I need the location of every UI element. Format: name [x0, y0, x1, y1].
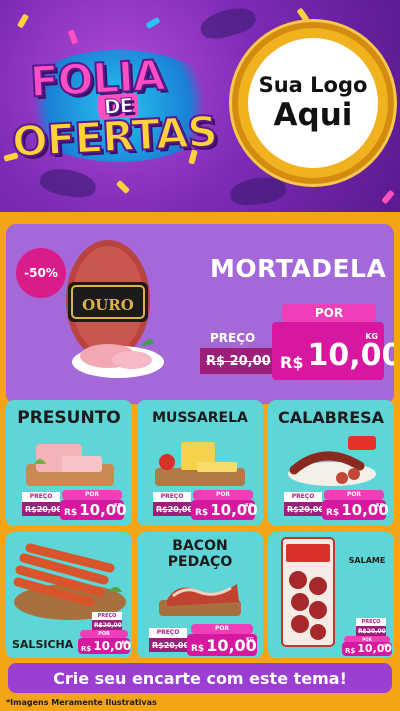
old-price: R$20,00: [149, 638, 190, 652]
cta-banner[interactable]: Crie seu encarte com este tema!: [8, 663, 392, 693]
confetti-icon: [145, 16, 161, 30]
por-label: POR: [282, 304, 376, 322]
preco-label: PREÇO: [356, 618, 386, 626]
unit-label: KG: [376, 503, 384, 509]
unit-label: UN: [383, 643, 390, 648]
new-price: R$ 10,00 KG: [322, 500, 389, 520]
product-name-line-2: PEDAÇO: [167, 554, 233, 570]
currency-symbol: R$: [64, 508, 78, 518]
offer-tile-salame[interactable]: SALAME PREÇO R$20,00 POR R$ 10,00 UN: [268, 532, 394, 658]
new-price: R$ 10,00 KG: [78, 638, 131, 654]
offers-area: -50% OURO MORTADELA POR PREÇO R$ 20,00 R…: [0, 212, 400, 711]
presunto-image: [26, 444, 114, 486]
old-price: R$20,00: [153, 502, 194, 516]
new-price-value: 10,00: [307, 338, 394, 373]
new-price: R$ 10,00 KG: [272, 322, 394, 380]
por-label: POR: [191, 624, 253, 634]
unit-label: KG: [246, 637, 254, 643]
salsicha-image: [13, 543, 126, 620]
currency-symbol: R$: [191, 644, 205, 654]
product-name: SALSICHA: [12, 638, 74, 651]
logo-line-3: OFERTAS: [10, 106, 219, 168]
preco-label: PREÇO: [22, 492, 60, 502]
brand-line-2: Aqui: [273, 97, 353, 133]
offer-tile-salsicha[interactable]: SALSICHA PREÇO R$20,00 POR R$ 10,00 KG: [6, 532, 132, 658]
por-label: POR: [62, 490, 122, 500]
carnival-mask-icon: [228, 174, 288, 208]
unit-label: KG: [245, 503, 253, 509]
preco-label: PREÇO: [284, 492, 322, 502]
offer-tile-bacon[interactable]: BACON PEDAÇO PREÇO R$20,00 POR R$ 10,00 …: [137, 532, 263, 658]
currency-symbol: R$: [326, 508, 340, 518]
confetti-icon: [115, 179, 131, 195]
confetti-icon: [381, 189, 395, 205]
old-price-value: R$20,00: [94, 621, 122, 629]
calabresa-image: [288, 436, 376, 486]
new-price: R$ 10,00 KG: [60, 500, 127, 520]
preco-label: PREÇO: [210, 331, 256, 345]
old-price: R$20,00: [284, 502, 325, 516]
old-price-value: R$20,00: [358, 627, 386, 635]
new-price: R$ 10,00 KG: [187, 634, 257, 656]
product-name: CALABRESA: [277, 408, 385, 427]
mortadela-image: OURO: [66, 240, 164, 378]
old-price: R$20,00: [356, 626, 386, 636]
unit-label: KG: [121, 640, 128, 645]
currency-symbol: R$: [345, 647, 356, 655]
brand-line-1: Sua Logo: [258, 73, 368, 97]
currency-symbol: R$: [280, 353, 304, 372]
preco-label: PREÇO: [92, 612, 122, 620]
currency-symbol: R$: [81, 645, 92, 653]
product-name: MUSSARELA: [152, 410, 248, 426]
old-price-value: R$ 20,00: [206, 353, 271, 369]
product-name-line-1: BACON: [172, 538, 228, 554]
brand-logo-placeholder[interactable]: Sua Logo Aqui: [248, 38, 378, 168]
confetti-icon: [67, 29, 79, 45]
old-price-value: R$20,00: [156, 504, 194, 514]
confetti-icon: [16, 13, 30, 29]
old-price: R$ 20,00: [200, 348, 272, 374]
carnival-mask-icon: [38, 165, 98, 201]
por-label: POR: [80, 630, 128, 638]
disclaimer: *Imagens Meramente Ilustrativas: [6, 698, 157, 707]
old-price-value: R$20,00: [25, 504, 63, 514]
product-name: PRESUNTO: [17, 408, 121, 428]
por-label: POR: [324, 490, 384, 500]
carnival-mask-icon: [197, 3, 259, 43]
unit-label: KG: [365, 332, 378, 341]
product-name: SALAME: [348, 556, 386, 565]
offer-tile-presunto[interactable]: PRESUNTO PREÇO R$20,00 POR R$ 10,00 KG: [6, 400, 132, 526]
old-price: R$20,00: [92, 620, 122, 630]
old-price-value: R$20,00: [287, 504, 325, 514]
unit-label: KG: [114, 503, 122, 509]
old-price: R$20,00: [22, 502, 63, 516]
offer-tile-mussarela[interactable]: MUSSARELA PREÇO R$20,00 POR R$ 10,00 KG: [137, 400, 263, 526]
flyer: FOLIA DE OFERTAS Sua Logo Aqui -50% OURO: [0, 0, 400, 711]
old-price-value: R$20,00: [152, 640, 190, 650]
por-label: POR: [193, 490, 253, 500]
featured-offer-mortadela[interactable]: -50% OURO MORTADELA POR PREÇO R$ 20,00 R…: [6, 224, 394, 404]
campaign-logo: FOLIA DE OFERTAS: [4, 46, 232, 168]
discount-badge: -50%: [16, 248, 66, 298]
bacon-image: [159, 584, 241, 616]
tambourine-logo-frame: Sua Logo Aqui: [238, 28, 388, 178]
currency-symbol: R$: [195, 508, 209, 518]
confetti-icon: [296, 7, 310, 23]
mussarela-image: [155, 442, 245, 486]
featured-product-name: MORTADELA: [210, 254, 387, 283]
preco-label: PREÇO: [149, 628, 187, 638]
preco-label: PREÇO: [153, 492, 191, 502]
salame-image: [281, 537, 335, 647]
svg-text:OURO: OURO: [82, 296, 134, 314]
new-price: R$ 10,00 KG: [191, 500, 258, 520]
offer-tile-calabresa[interactable]: CALABRESA PREÇO R$20,00 POR R$ 10,00 KG: [268, 400, 394, 526]
new-price: R$ 10,00 UN: [342, 642, 392, 656]
header-banner: FOLIA DE OFERTAS Sua Logo Aqui: [0, 0, 400, 212]
